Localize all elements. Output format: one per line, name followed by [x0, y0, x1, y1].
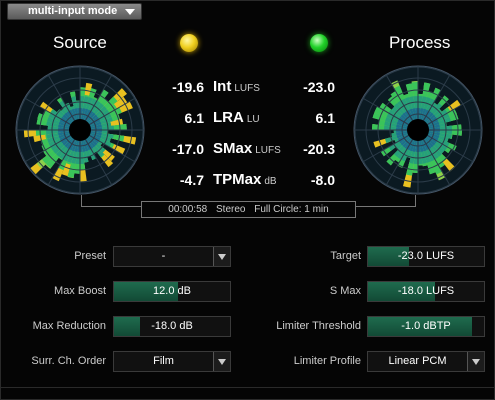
s-max-slider[interactable]: -18.0 LUFS — [367, 281, 485, 302]
limiter-profile-label: Limiter Profile — [293, 355, 361, 367]
max-reduction-slider[interactable]: -18.0 dB — [113, 316, 231, 337]
max-reduction-fill — [114, 317, 140, 336]
process-tpmax-value: -8.0 — [310, 172, 335, 188]
target-label: Target — [330, 250, 361, 262]
preset-value: - — [161, 250, 166, 262]
limiter-profile-dropdown[interactable]: Linear PCM — [367, 351, 485, 372]
metric-row-smax: -17.0 SMax LUFS -20.3 — [151, 139, 351, 161]
radar-center — [407, 119, 429, 141]
chevron-down-icon — [467, 352, 484, 371]
meter-status-bar: 00:00:58 Stereo Full Circle: 1 min — [141, 201, 356, 218]
source-title: Source — [53, 33, 107, 52]
divider — [1, 387, 494, 388]
process-status-led-icon — [310, 34, 328, 52]
limiter-threshold-label: Limiter Threshold — [276, 320, 361, 332]
limiter-threshold-value: -1.0 dBTP — [401, 320, 451, 332]
metric-row-integrated: -19.6 Int LUFS -23.0 — [151, 77, 351, 99]
process-int-value: -23.0 — [303, 79, 335, 95]
elapsed-time: 00:00:58 — [168, 204, 208, 215]
source-radar-graphic — [15, 65, 145, 195]
source-status-led-icon — [180, 34, 198, 52]
surr-order-dropdown[interactable]: Film — [113, 351, 231, 372]
metric-row-lra: 6.1 LRA LU 6.1 — [151, 108, 351, 130]
surr-order-value: Film — [153, 355, 174, 367]
chevron-down-icon — [213, 247, 230, 266]
s-max-value: -18.0 LUFS — [397, 285, 455, 297]
target-value: -23.0 LUFS — [397, 250, 455, 262]
metric-name: SMax LUFS — [213, 140, 281, 157]
source-tpmax-value: -4.7 — [179, 172, 204, 188]
source-lra-value: 6.1 — [184, 110, 204, 126]
chevron-down-icon — [125, 9, 135, 15]
circle-mode: Full Circle: 1 min — [254, 204, 329, 215]
max-boost-label: Max Boost — [54, 285, 106, 297]
target-slider[interactable]: -23.0 LUFS — [367, 246, 485, 267]
max-boost-slider[interactable]: 12.0 dB — [113, 281, 231, 302]
mode-dropdown[interactable]: multi-input mode — [7, 3, 142, 20]
preset-label: Preset — [74, 250, 106, 262]
metric-name: TPMax dB — [213, 171, 277, 188]
source-smax-value: -17.0 — [172, 141, 204, 157]
process-lra-value: 6.1 — [315, 110, 335, 126]
process-title: Process — [389, 33, 451, 52]
metric-row-tpmax: -4.7 TPMax dB -8.0 — [151, 170, 351, 192]
source-loudness-radar — [13, 63, 147, 197]
process-loudness-radar — [351, 63, 485, 197]
limiter-profile-value: Linear PCM — [388, 355, 447, 367]
radar-center — [69, 119, 91, 141]
metric-name: Int LUFS — [213, 78, 260, 95]
max-reduction-label: Max Reduction — [32, 320, 106, 332]
preset-dropdown[interactable]: - — [113, 246, 231, 267]
limiter-threshold-slider[interactable]: -1.0 dBTP — [367, 316, 485, 337]
chevron-down-icon — [213, 352, 230, 371]
process-radar-graphic — [353, 65, 483, 195]
process-smax-value: -20.3 — [303, 141, 335, 157]
metric-name: LRA LU — [213, 109, 260, 126]
max-reduction-value: -18.0 dB — [151, 320, 193, 332]
mode-label: multi-input mode — [28, 5, 118, 17]
source-int-value: -19.6 — [172, 79, 204, 95]
max-boost-value: 12.0 dB — [153, 285, 191, 297]
s-max-label: S Max — [329, 285, 361, 297]
surr-order-label: Surr. Ch. Order — [31, 355, 106, 367]
loudness-meter-panel: multi-input mode Source Process -19.6 In… — [0, 0, 495, 400]
channel-format: Stereo — [216, 204, 246, 215]
